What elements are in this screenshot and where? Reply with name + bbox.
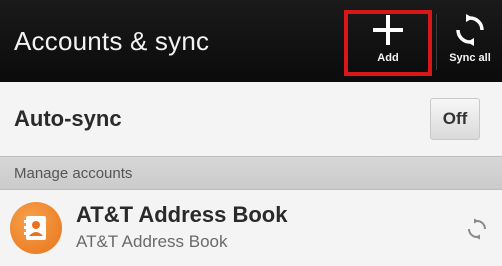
screen: Accounts & sync Add Sync all Auto-sync O… [0,0,502,266]
account-subtitle: AT&T Address Book [76,232,228,251]
section-label: Manage accounts [14,165,133,182]
sync-all-button[interactable]: Sync all [438,10,502,76]
account-sync-icon[interactable] [466,218,488,240]
page-title: Accounts & sync [14,26,210,56]
action-divider [436,14,437,70]
section-header: Manage accounts [0,156,502,190]
auto-sync-toggle[interactable]: Off [430,98,480,140]
action-bar: Accounts & sync Add Sync all [0,0,502,82]
account-item[interactable]: AT&T Address Book AT&T Address Book [0,190,502,266]
sync-all-label: Sync all [449,52,491,64]
address-book-icon [10,202,62,254]
plus-icon [371,10,405,50]
auto-sync-row[interactable]: Auto-sync Off [0,82,502,156]
add-button-label: Add [377,52,399,64]
account-title: AT&T Address Book [76,202,288,227]
auto-sync-label: Auto-sync [14,106,122,131]
add-account-button[interactable]: Add [344,10,432,76]
sync-icon [453,10,487,50]
